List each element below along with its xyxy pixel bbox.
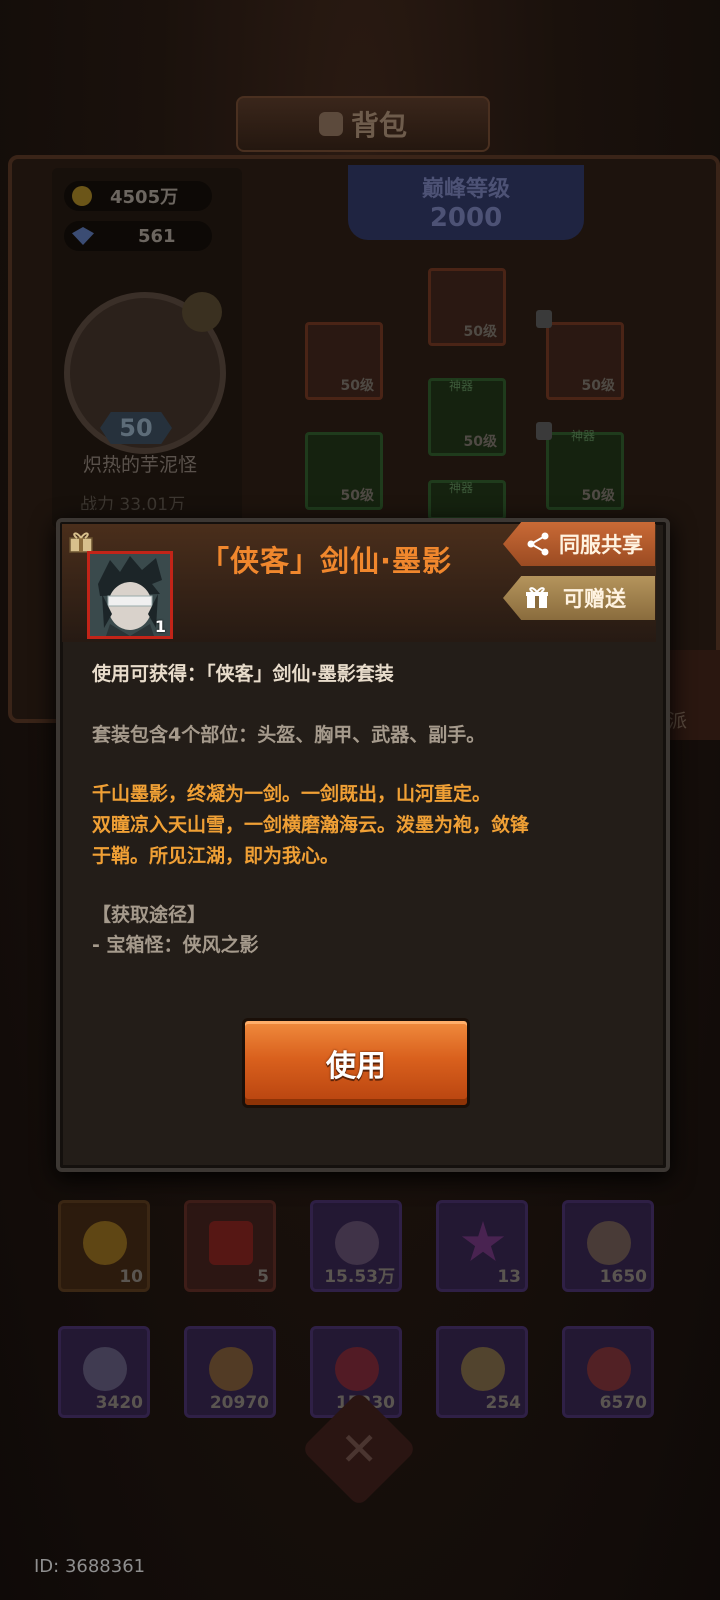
gift-label: 可赠送 xyxy=(563,587,626,611)
side-tab-label: 派 xyxy=(668,710,688,732)
peak-level-banner: 巅峰等级 2000 xyxy=(348,165,584,240)
giftable-button[interactable]: 可赠送 xyxy=(503,576,655,620)
cloud-icon xyxy=(335,1221,379,1265)
use-button-label: 使用 xyxy=(326,1049,386,1084)
inventory-slot[interactable]: 254 xyxy=(436,1326,528,1418)
wolf-icon xyxy=(83,1347,127,1391)
gift-icon xyxy=(526,587,548,608)
item-title: 「侠客」剑仙·墨影 xyxy=(200,544,453,578)
item-count: 6570 xyxy=(599,1393,647,1413)
equip-slot-bottom[interactable]: 神器 xyxy=(428,480,506,520)
source-item: - 宝箱怪：侠风之影 xyxy=(92,934,259,956)
share-label: 同服共享 xyxy=(559,533,643,557)
item-count: 10 xyxy=(119,1267,143,1287)
equip-level: 50级 xyxy=(463,324,497,340)
red-envelope-icon xyxy=(209,1221,253,1265)
artifact-tag: 神器 xyxy=(571,429,596,443)
lore-line: 千山墨影，终凝为一剑。一剑既出，山河重定。 xyxy=(92,783,492,805)
lore-line: 于鞘。所见江湖，即为我心。 xyxy=(92,845,340,867)
inventory-slot[interactable]: 1650 xyxy=(562,1200,654,1292)
item-count: 254 xyxy=(485,1393,522,1413)
item-portrait: 1 xyxy=(87,551,173,639)
gold-coin-icon xyxy=(72,186,92,206)
lock-icon xyxy=(536,310,552,328)
source-header: 【获取途径】 xyxy=(92,904,207,926)
inventory-slot[interactable]: 13 xyxy=(436,1200,528,1292)
potion-icon xyxy=(587,1347,631,1391)
power-partial: 战力 33.01万 xyxy=(80,495,186,510)
obtain-line: 使用可获得：「侠客」剑仙·墨影套装 xyxy=(92,663,394,685)
player-name: 炽热的芋泥怪 xyxy=(82,454,197,476)
red-item-icon xyxy=(335,1347,379,1391)
item-count: 3420 xyxy=(95,1393,143,1413)
star-icon xyxy=(461,1221,505,1262)
item-count: 15.53万 xyxy=(324,1267,395,1287)
item-count: 1 xyxy=(154,617,166,636)
artifact-tag: 神器 xyxy=(449,379,474,393)
equip-slot-armor[interactable]: 神器 50级 xyxy=(428,378,506,456)
server-share-button[interactable]: 同服共享 xyxy=(503,522,655,566)
inventory-slot[interactable]: 6570 xyxy=(562,1326,654,1418)
bag-icon xyxy=(318,112,343,136)
player-level-badge: 50 xyxy=(100,412,172,444)
artifact-tag: 神器 xyxy=(449,481,474,495)
equip-slot-ring[interactable]: 神器 50级 xyxy=(546,429,624,510)
equip-level: 50级 xyxy=(340,488,374,504)
inventory-slot[interactable]: 3420 xyxy=(58,1326,150,1418)
shard-icon xyxy=(587,1221,631,1265)
inventory-slot[interactable]: 20970 xyxy=(184,1326,276,1418)
peak-label: 巅峰等级 xyxy=(421,177,510,202)
parts-line: 套装包含4个部位：头盔、胸甲、武器、副手。 xyxy=(92,724,486,746)
item-count: 1650 xyxy=(599,1267,647,1287)
compass-icon xyxy=(461,1347,505,1391)
inventory-slot[interactable]: 10 xyxy=(58,1200,150,1292)
gem-amount: 561 xyxy=(138,225,176,247)
item-count: 5 xyxy=(257,1267,269,1287)
equip-slot-necklace[interactable]: 50级 xyxy=(546,322,624,400)
item-count: 13 xyxy=(497,1267,521,1287)
close-icon: ✕ xyxy=(339,1421,379,1476)
lore-line: 双瞳凉入天山雪，一剑横磨瀚海云。泼墨为袍，敛锋 xyxy=(92,814,530,836)
inventory-slot[interactable]: 15.53万 xyxy=(310,1200,402,1292)
equip-slot-head[interactable]: 50级 xyxy=(428,268,506,346)
share-icon xyxy=(527,532,549,556)
lock-icon xyxy=(536,422,552,440)
gold-amount: 4505万 xyxy=(110,187,179,208)
equip-level: 50级 xyxy=(463,434,497,450)
coin-icon xyxy=(83,1221,127,1265)
equip-slot-gloves[interactable]: 50级 xyxy=(305,432,383,510)
equip-level: 50级 xyxy=(581,488,615,504)
page-title-bar: 背包 xyxy=(236,96,490,152)
item-count: 20970 xyxy=(209,1393,269,1413)
equip-level: 50级 xyxy=(340,378,374,394)
gold-counter: 4505万 xyxy=(64,181,212,211)
player-id: ID: 3688361 xyxy=(34,1556,146,1577)
equip-slot-helmet[interactable]: 50级 xyxy=(305,322,383,400)
inventory-slot[interactable]: 5 xyxy=(184,1200,276,1292)
gem-icon xyxy=(72,227,94,245)
gem-counter: 561 xyxy=(64,221,212,251)
equip-level: 50级 xyxy=(581,378,615,394)
page-title: 背包 xyxy=(350,109,407,142)
refresh-icon[interactable] xyxy=(182,292,222,332)
peak-value: 2000 xyxy=(429,203,503,233)
use-button[interactable]: 使用 xyxy=(242,1018,470,1108)
gold-shard-icon xyxy=(209,1347,253,1391)
